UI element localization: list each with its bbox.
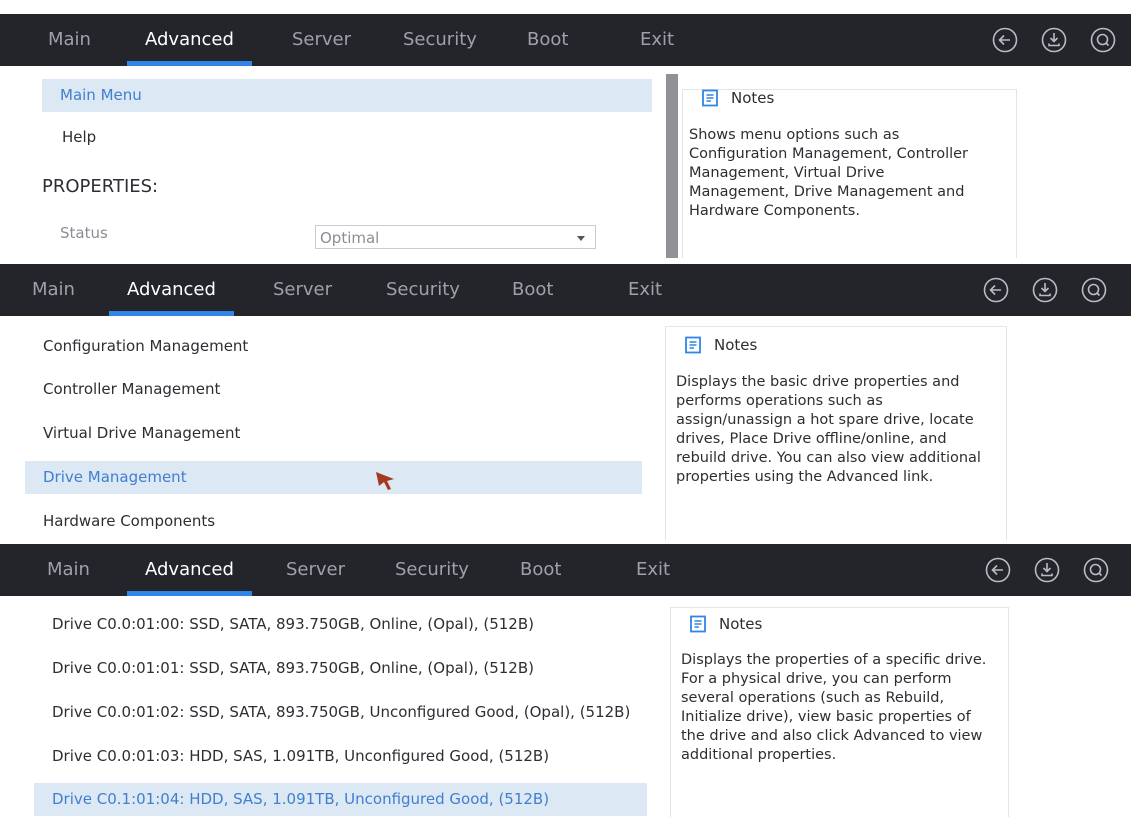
content-area: Main Menu Help PROPERTIES: Status Optima… [0,66,1131,258]
menu-item-label: Drive Management [43,468,187,486]
tab-advanced[interactable]: Advanced [109,264,234,316]
back-icon[interactable] [991,26,1019,54]
status-label: Status [60,224,108,242]
status-select[interactable]: Optimal [315,225,596,249]
top-nav-bar: Main Advanced Server Security Boot Exit [0,14,1131,66]
menu-item-label: Help [62,128,97,146]
status-value: Optimal [320,229,380,247]
tab-server[interactable]: Server [292,14,351,66]
tab-boot[interactable]: Boot [512,264,553,316]
menu-item-controller-management[interactable]: Controller Management [25,373,642,406]
back-icon[interactable] [982,276,1010,304]
notes-title: Notes [714,336,758,354]
notes-panel: Notes Displays the properties of a speci… [670,607,1009,817]
notes-text: Displays the basic drive properties and … [676,374,981,485]
notes-icon [702,89,718,107]
notes-icon [685,336,701,354]
menu-item-label: Controller Management [43,380,221,398]
tab-security[interactable]: Security [403,14,477,66]
chevron-down-icon [577,236,585,241]
save-icon[interactable] [1033,556,1061,584]
menu-item-hardware-components[interactable]: Hardware Components [25,505,642,538]
drive-label: Drive C0.0:01:01: SSD, SATA, 893.750GB, … [52,659,534,677]
tab-exit[interactable]: Exit [640,14,674,66]
top-nav-bar: Main Advanced Server Security Boot Exit [0,264,1131,316]
search-icon[interactable] [1089,26,1117,54]
drive-list-item[interactable]: Drive C0.0:01:02: SSD, SATA, 893.750GB, … [34,696,647,729]
tab-server[interactable]: Server [286,544,345,596]
drive-list-item[interactable]: Drive C0.1:01:04: HDD, SAS, 1.091TB, Unc… [34,783,647,816]
menu-item-label: Hardware Components [43,512,216,530]
content-area: Drive C0.0:01:00: SSD, SATA, 893.750GB, … [0,596,1131,817]
notes-panel: Notes Shows menu options such as Configu… [682,89,1017,258]
menu-item-label: Configuration Management [43,337,249,355]
drive-label: Drive C0.0:01:00: SSD, SATA, 893.750GB, … [52,615,534,633]
tab-server[interactable]: Server [273,264,332,316]
drive-list-item[interactable]: Drive C0.0:01:00: SSD, SATA, 893.750GB, … [34,608,647,641]
tab-main[interactable]: Main [47,544,90,596]
tab-boot[interactable]: Boot [527,14,568,66]
content-area: Configuration Management Controller Mana… [0,316,1131,540]
drive-label: Drive C0.1:01:04: HDD, SAS, 1.091TB, Unc… [52,790,550,808]
drive-label: Drive C0.0:01:03: HDD, SAS, 1.091TB, Unc… [52,747,550,765]
menu-item-drive-management[interactable]: Drive Management [25,461,642,494]
save-icon[interactable] [1031,276,1059,304]
tab-advanced[interactable]: Advanced [127,14,252,66]
tab-exit[interactable]: Exit [628,264,662,316]
top-nav-bar: Main Advanced Server Security Boot Exit [0,544,1131,596]
notes-text: Shows menu options such as Configuration… [689,127,969,219]
tab-main[interactable]: Main [48,14,91,66]
menu-item-label: Virtual Drive Management [43,424,241,442]
properties-heading: PROPERTIES: [42,176,159,197]
menu-item-label: Main Menu [60,86,142,104]
tab-advanced[interactable]: Advanced [127,544,252,596]
save-icon[interactable] [1040,26,1068,54]
menu-item-virtual-drive-management[interactable]: Virtual Drive Management [25,417,642,450]
drive-list-item[interactable]: Drive C0.0:01:01: SSD, SATA, 893.750GB, … [34,652,647,685]
panel-main-menu: Main Advanced Server Security Boot Exit … [0,14,1131,258]
notes-icon [690,615,706,633]
mouse-cursor-icon [376,472,394,490]
menu-item-main-menu[interactable]: Main Menu [42,79,652,112]
scrollbar[interactable] [666,74,678,258]
drive-list-item[interactable]: Drive C0.0:01:03: HDD, SAS, 1.091TB, Unc… [34,740,647,773]
panel-drive-list: Main Advanced Server Security Boot Exit … [0,544,1131,817]
tab-security[interactable]: Security [395,544,469,596]
drive-label: Drive C0.0:01:02: SSD, SATA, 893.750GB, … [52,703,631,721]
menu-item-configuration-management[interactable]: Configuration Management [25,330,642,363]
notes-panel: Notes Displays the basic drive propertie… [665,326,1007,540]
back-icon[interactable] [984,556,1012,584]
notes-text: Displays the properties of a specific dr… [681,652,987,763]
tab-main[interactable]: Main [32,264,75,316]
menu-item-help[interactable]: Help [42,121,652,154]
tab-security[interactable]: Security [386,264,460,316]
tab-exit[interactable]: Exit [636,544,670,596]
search-icon[interactable] [1080,276,1108,304]
panel-submenu: Main Advanced Server Security Boot Exit … [0,264,1131,540]
notes-title: Notes [731,89,775,107]
search-icon[interactable] [1082,556,1110,584]
notes-title: Notes [719,615,763,633]
tab-boot[interactable]: Boot [520,544,561,596]
